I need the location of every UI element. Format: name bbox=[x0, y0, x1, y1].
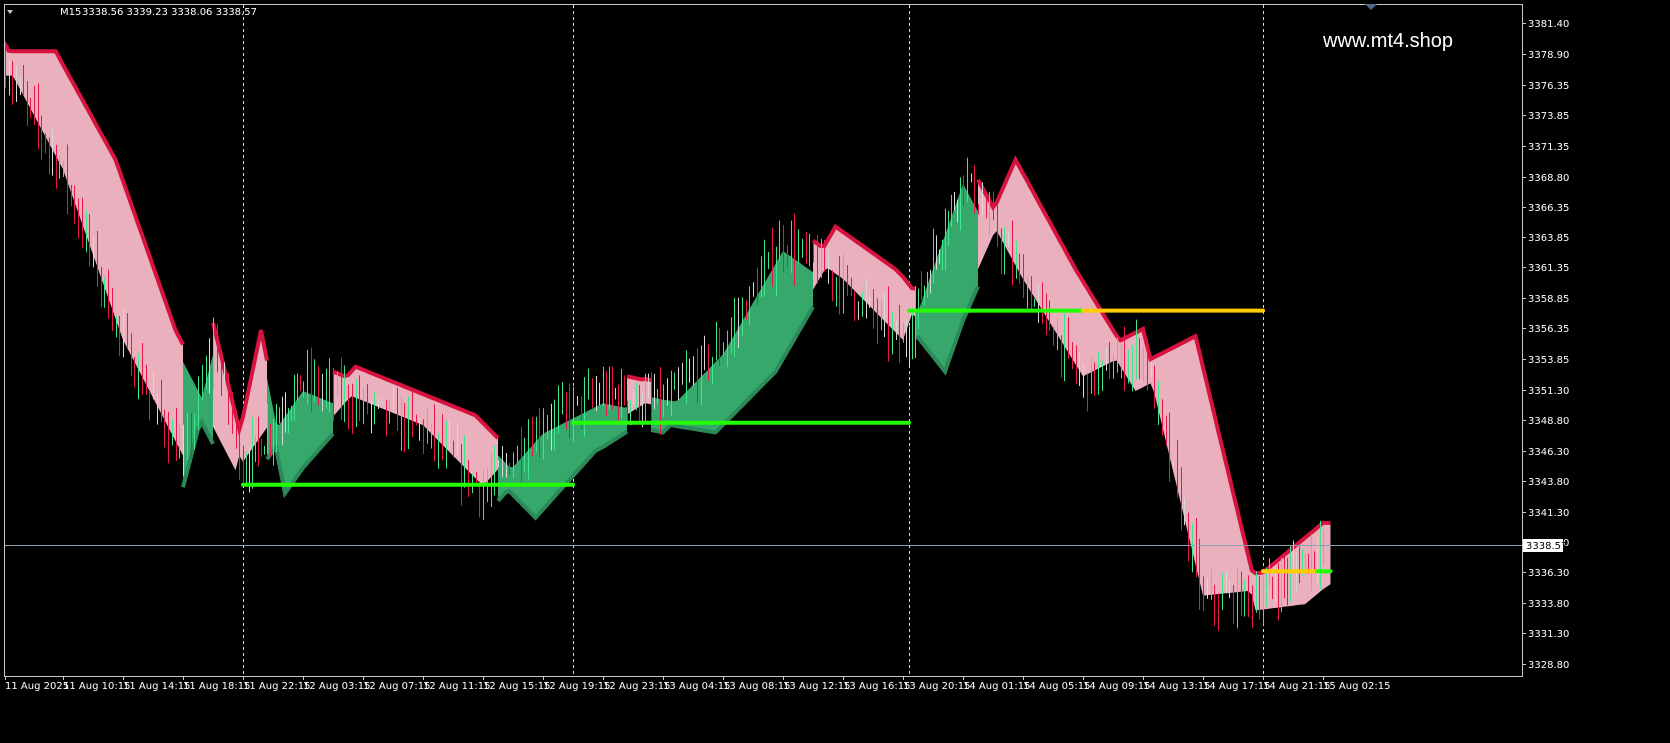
x-tick-label: 13 Aug 04:15 bbox=[663, 681, 730, 692]
x-tick-label: 12 Aug 23:15 bbox=[603, 681, 670, 692]
x-tick-label: 13 Aug 20:15 bbox=[903, 681, 970, 692]
x-tick-label: 13 Aug 12:15 bbox=[783, 681, 850, 692]
y-tick-label: 3373.85 bbox=[1528, 111, 1569, 122]
x-tick-label: 14 Aug 09:15 bbox=[1083, 681, 1150, 692]
x-tick-label: 14 Aug 21:15 bbox=[1263, 681, 1330, 692]
x-tick-label: 11 Aug 18:15 bbox=[183, 681, 250, 692]
y-tick-label: 3333.80 bbox=[1528, 599, 1569, 610]
x-tick-label: 14 Aug 17:15 bbox=[1203, 681, 1270, 692]
y-tick-label: 3371.35 bbox=[1528, 142, 1569, 153]
x-tick-label: 11 Aug 14:15 bbox=[123, 681, 190, 692]
y-tick-label: 3361.35 bbox=[1528, 263, 1569, 274]
y-tick-label: 3351.30 bbox=[1528, 386, 1569, 397]
y-tick-label: 3366.35 bbox=[1528, 203, 1569, 214]
watermark-text: www.mt4.shop bbox=[1322, 30, 1453, 52]
x-tick-label: 14 Aug 05:15 bbox=[1023, 681, 1090, 692]
y-tick-label: 3353.85 bbox=[1528, 355, 1569, 366]
x-tick-label: 12 Aug 11:15 bbox=[423, 681, 490, 692]
x-tick-label: 11 Aug 10:15 bbox=[63, 681, 130, 692]
y-tick-label: 3336.30 bbox=[1528, 568, 1569, 579]
x-tick-label: 14 Aug 01:15 bbox=[963, 681, 1030, 692]
current-price-tag: 3338.57 bbox=[1523, 539, 1567, 552]
x-tick-label: 12 Aug 03:15 bbox=[303, 681, 370, 692]
x-tick-label: 13 Aug 16:15 bbox=[843, 681, 910, 692]
y-tick-label: 3341.30 bbox=[1528, 508, 1569, 519]
y-tick-label: 3346.30 bbox=[1528, 447, 1569, 458]
x-tick-label: 11 Aug 2025 bbox=[5, 681, 69, 692]
x-tick-label: 12 Aug 19:15 bbox=[543, 681, 610, 692]
y-tick-label: 3356.35 bbox=[1528, 324, 1569, 335]
timeframe-label: M15 bbox=[60, 7, 81, 18]
y-tick-label: 3358.85 bbox=[1528, 294, 1569, 305]
price-chart[interactable]: 3381.40 3378.90 3376.35 3373.85 3371.35 3368.… bbox=[0, 0, 1670, 743]
y-tick-label: 3376.35 bbox=[1528, 81, 1569, 92]
y-tick-label: 3328.80 bbox=[1528, 660, 1569, 671]
y-tick-label: 3381.40 bbox=[1528, 19, 1569, 30]
x-tick-label: 15 Aug 02:15 bbox=[1323, 681, 1390, 692]
x-tick-label: 12 Aug 07:15 bbox=[363, 681, 430, 692]
y-tick-label: 3363.85 bbox=[1528, 233, 1569, 244]
y-tick-label: 3378.90 bbox=[1528, 50, 1569, 61]
x-tick-label: 13 Aug 08:15 bbox=[723, 681, 790, 692]
x-tick-label: 11 Aug 22:15 bbox=[243, 681, 310, 692]
ohlc-readout: 3338.56 3339.23 3338.06 3338.57 bbox=[82, 7, 257, 18]
current-price-value: 3338.57 bbox=[1526, 541, 1567, 552]
x-tick-label: 14 Aug 13:15 bbox=[1143, 681, 1210, 692]
y-tick-label: 3343.80 bbox=[1528, 477, 1569, 488]
y-tick-label: 3368.80 bbox=[1528, 173, 1569, 184]
x-tick-label: 12 Aug 15:15 bbox=[483, 681, 550, 692]
y-tick-label: 3348.80 bbox=[1528, 416, 1569, 427]
y-tick-label: 3331.30 bbox=[1528, 629, 1569, 640]
